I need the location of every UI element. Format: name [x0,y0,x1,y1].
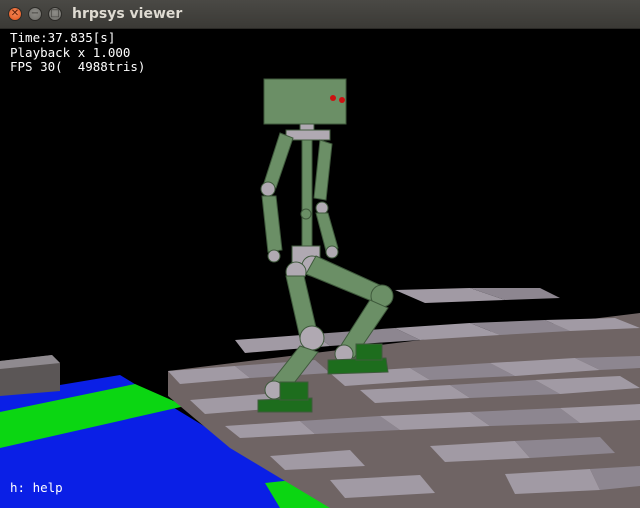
robot-right-forearm [315,212,339,252]
fps-readout: FPS 30( 4988tris) [10,59,146,74]
status-overlay: Time:37.835[s] Playback x 1.000 FPS 30( 49… [10,30,146,75]
time-readout: Time:37.835[s] [10,30,116,45]
maximize-icon[interactable]: □ [48,7,62,21]
help-hint: h: help [10,480,63,495]
minimize-icon[interactable]: − [28,7,42,21]
robot-left-forearm [261,195,283,253]
close-icon[interactable]: ✕ [8,7,22,21]
window-title: hrpsys viewer [72,6,183,22]
3d-viewport[interactable]: Time:37.835[s] Playback x 1.000 FPS 30( 49… [0,28,640,508]
scene-render [0,78,640,508]
robot-head [263,78,347,125]
robot-left-upper-arm [263,132,294,189]
robot-eye-left [330,95,336,101]
robot-eye-right [339,97,345,103]
robot-torso-spine [301,139,313,261]
title-bar[interactable]: ✕ − □ hrpsys viewer [0,0,640,29]
viewer-window: ✕ − □ hrpsys viewer Time:37.835[s] Playb… [0,0,640,508]
robot-right-upper-arm [313,139,333,201]
playback-readout: Playback x 1.000 [10,44,131,60]
